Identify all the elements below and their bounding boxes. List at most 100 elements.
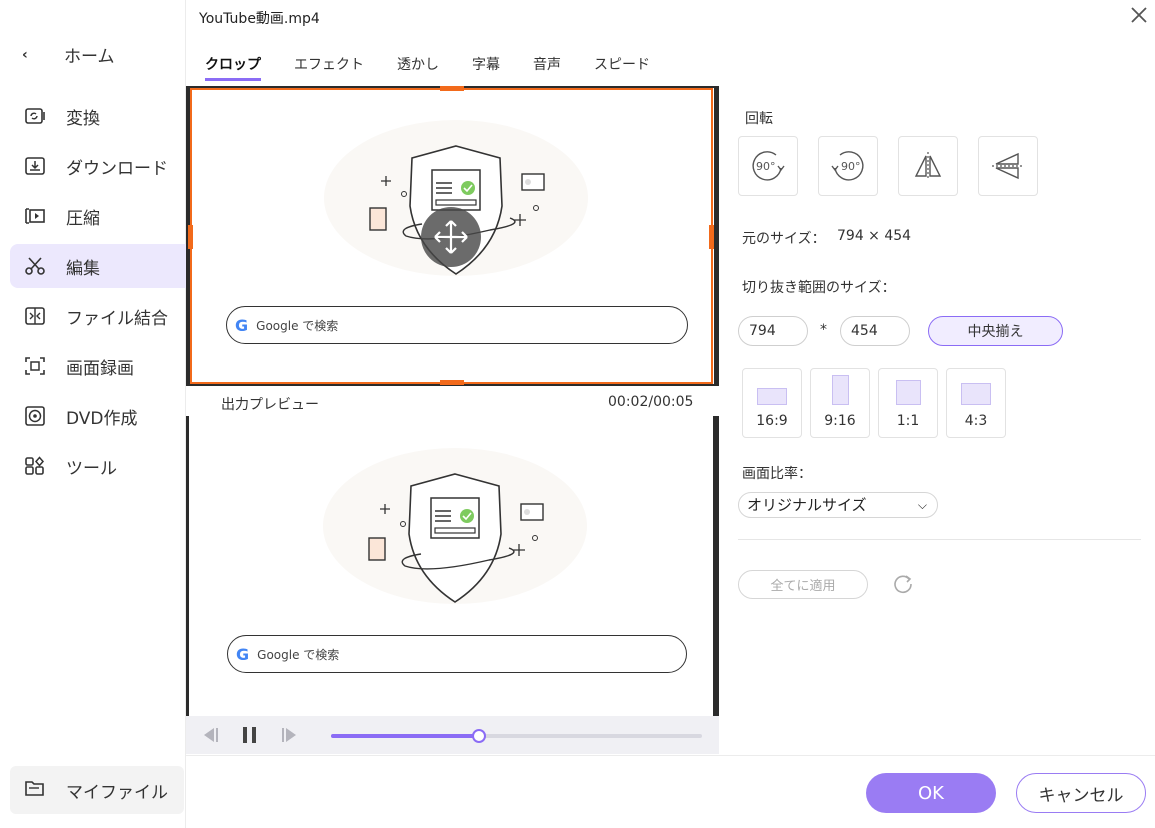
flip-horizontal-button[interactable] [898,136,958,196]
home-label: ホーム [64,47,115,67]
move-arrows-icon [434,220,468,254]
center-align-button[interactable]: 中央揃え [928,316,1063,346]
sidebar-nav: 変換 ダウンロード 圧縮 編集 ファイル結合 画面録画 DVD作成 ツール [10,94,186,494]
chevron-left-icon: ‹ [22,46,28,63]
sidebar-item-label: ファイル結合 [66,308,168,329]
crop-handle-left[interactable] [188,225,193,249]
ratio-16-9-button[interactable]: 16:9 [742,368,802,438]
ratio-label: 9:16 [824,413,856,429]
next-frame-icon[interactable] [280,725,302,745]
rotate-cw-icon: 90° [752,151,785,181]
crop-handle-bottom[interactable] [440,380,464,385]
sidebar-item-label: DVD作成 [66,408,138,429]
ratio-shape-icon [961,383,991,405]
sidebar-item-label: 圧縮 [66,208,100,229]
myfiles-label: マイファイル [66,782,168,803]
search-bar-text: Google で検索 [256,318,339,333]
cancel-button[interactable]: キャンセル [1016,773,1146,813]
compress-icon [22,205,48,227]
source-size-label: 元のサイズ： [742,231,826,247]
seek-bar[interactable] [331,729,702,743]
sidebar-item-screen-record[interactable]: 画面録画 [10,344,186,388]
download-icon [22,155,48,177]
merge-icon [22,305,48,327]
prev-frame-icon[interactable] [198,725,220,745]
source-size-value: 794 × 454 [837,228,912,244]
sidebar-item-label: ダウンロード [66,158,168,179]
seek-handle[interactable] [472,729,487,743]
flip-vertical-icon [992,152,1024,180]
ratio-label: 4:3 [964,413,988,429]
google-g-icon: G [236,644,250,664]
apply-all-button[interactable]: 全てに適用 [738,570,868,599]
sidebar-item-label: ツール [66,458,117,479]
home-button[interactable]: ‹ ホーム [22,42,115,68]
rotate-counterclockwise-button[interactable]: 90° [818,136,878,196]
ratio-label: 16:9 [756,413,788,429]
sidebar-item-label: 変換 [66,108,100,129]
crop-width-input[interactable]: 794 [738,316,808,346]
myfiles-button[interactable]: マイファイル [10,766,184,814]
footer-divider [186,755,1155,756]
crop-height-input[interactable]: 454 [840,316,910,346]
sidebar-item-edit[interactable]: 編集 [10,244,186,288]
rotate-clockwise-button[interactable]: 90° [738,136,798,196]
window-title: YouTube動画.mp4 [199,11,320,27]
ratio-4-3-button[interactable]: 4:3 [946,368,1006,438]
search-bar-preview: G Google で検索 [227,635,687,673]
google-g-icon: G [235,315,249,335]
convert-icon [22,105,48,127]
seek-progress [331,734,480,738]
tab-crop[interactable]: クロップ [205,54,261,81]
dvd-icon [22,405,48,427]
sidebar-item-compress[interactable]: 圧縮 [10,194,186,238]
crop-size-label: 切り抜き範囲のサイズ： [742,280,896,296]
sidebar-item-download[interactable]: ダウンロード [10,144,186,188]
ratio-shape-icon [895,380,921,405]
scissors-icon [22,255,48,277]
ratio-1-1-button[interactable]: 1:1 [878,368,938,438]
reset-icon[interactable] [892,573,914,595]
rotate-label: 回転 [745,111,773,127]
sidebar-item-label: 編集 [66,258,100,279]
move-handle[interactable] [421,207,481,267]
sidebar-item-convert[interactable]: 変換 [10,94,186,138]
tab-effect[interactable]: エフェクト [294,54,364,81]
svg-text:90°: 90° [841,160,861,173]
tab-watermark[interactable]: 透かし [397,54,439,81]
sidebar-item-tools[interactable]: ツール [10,444,186,488]
screen-record-icon [22,355,48,377]
ratio-shape-icon [831,375,849,405]
sidebar-item-merge[interactable]: ファイル結合 [10,294,186,338]
tab-subtitle[interactable]: 字幕 [472,54,500,81]
aspect-ratio-select[interactable]: オリジナルサイズ ⌵ [738,492,938,518]
tools-icon [22,455,48,477]
edit-tabs: クロップ エフェクト 透かし 字幕 音声 スピード [205,54,683,81]
aspect-ratio-value: オリジナルサイズ [747,496,867,514]
svg-text:90°: 90° [756,160,776,173]
crop-handle-top[interactable] [440,86,464,91]
ratio-label: 1:1 [896,413,920,429]
search-bar-text: Google で検索 [257,647,340,662]
folder-icon [24,778,46,803]
output-preview-label: 出力プレビュー [221,397,319,413]
tab-audio[interactable]: 音声 [533,54,561,81]
sidebar-item-dvd[interactable]: DVD作成 [10,394,186,438]
ratio-shape-icon [757,388,787,405]
ok-button[interactable]: OK [866,773,996,813]
sidebar: ‹ ホーム 変換 ダウンロード 圧縮 編集 ファイル結合 画面録画 DVD作成 … [0,0,186,828]
pause-icon[interactable] [239,725,261,745]
chevron-down-icon: ⌵ [917,498,927,512]
tab-speed[interactable]: スピード [594,54,650,81]
flip-vertical-button[interactable] [978,136,1038,196]
flip-horizontal-icon [914,152,942,180]
sidebar-item-label: 画面録画 [66,358,134,379]
divider [738,539,1141,540]
ratio-9-16-button[interactable]: 9:16 [810,368,870,438]
search-bar-preview: G Google で検索 [226,306,688,344]
rotate-ccw-icon: 90° [831,151,864,181]
timecode: 00:02/00:05 [608,394,694,410]
close-icon[interactable] [1128,4,1150,26]
crop-handle-right[interactable] [709,225,714,249]
playback-controls [186,716,719,754]
